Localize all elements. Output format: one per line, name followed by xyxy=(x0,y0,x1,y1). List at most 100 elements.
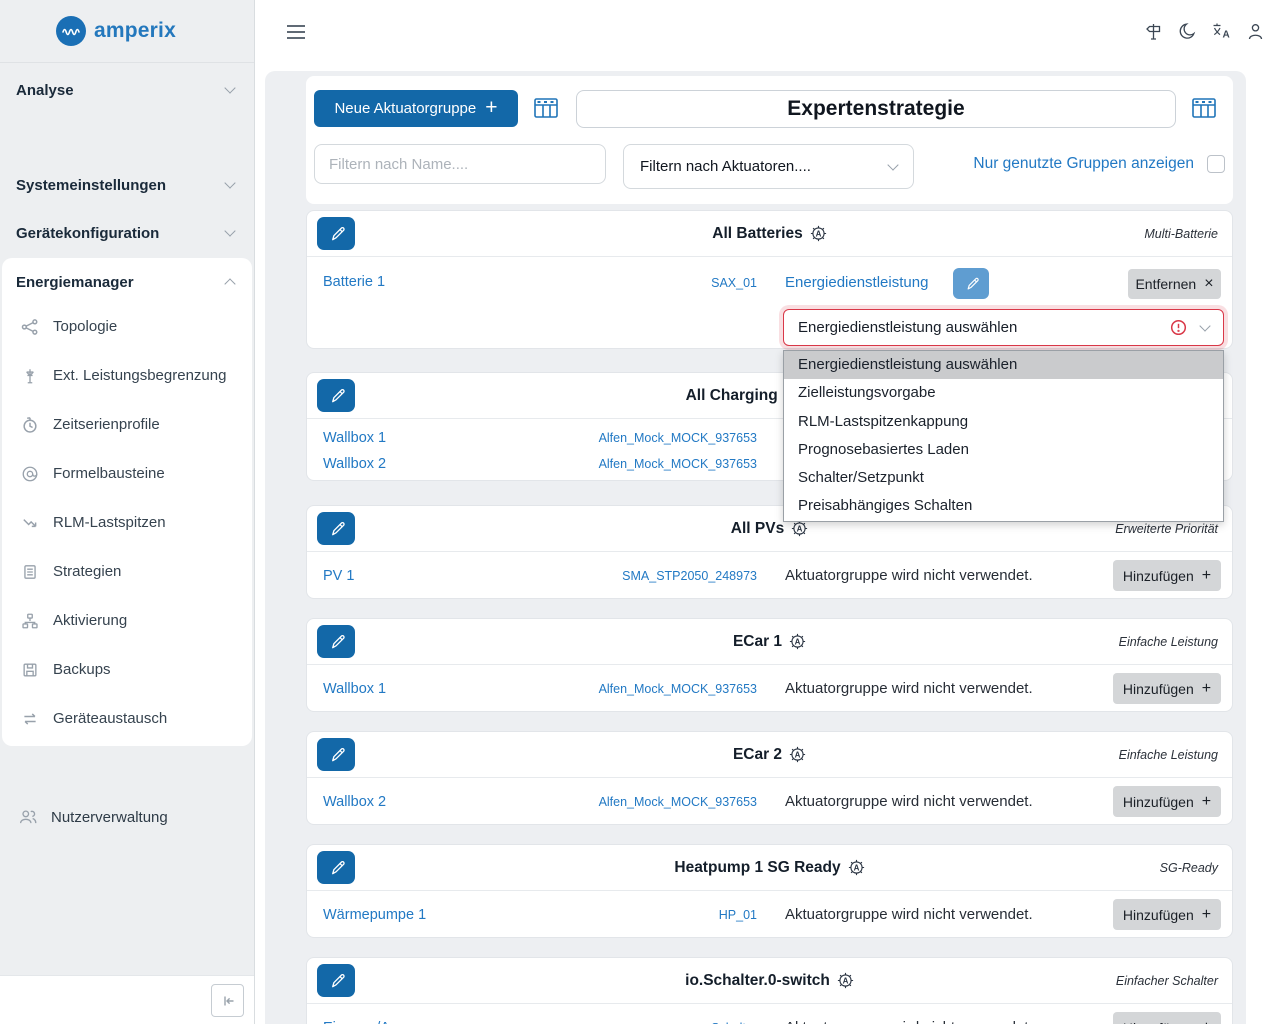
svg-text:A: A xyxy=(797,524,803,533)
sidebar-item-aktivierung[interactable]: Aktivierung xyxy=(2,596,252,645)
add-group-button[interactable]: Hinzufügen + xyxy=(1113,560,1221,591)
actuator-link[interactable]: Wallbox 2 xyxy=(323,794,386,810)
group-status-text: Aktuatorgruppe wird nicht verwendet. xyxy=(785,1019,1033,1024)
dropdown-option[interactable]: Schalter/Setzpunkt xyxy=(784,464,1223,492)
service-link[interactable]: Energiedienstleistung xyxy=(785,274,928,291)
user-account-icon[interactable] xyxy=(1244,20,1266,42)
sidebar: amperix Analyse Systemeinstellungen Gerä… xyxy=(0,0,255,1024)
dropdown-option[interactable]: Preisabhängiges Schalten xyxy=(784,492,1223,520)
language-translate-icon[interactable]: A xyxy=(1210,20,1232,42)
load-peaks-icon xyxy=(20,513,40,533)
actuator-link[interactable]: Wallbox 1 xyxy=(323,681,386,697)
device-link[interactable]: HP_01 xyxy=(719,908,757,922)
new-actuator-group-button[interactable]: Neue Aktuatorgruppe + xyxy=(314,90,518,127)
group-title: io.Schalter.0-switch xyxy=(685,972,830,990)
strategy-list-view-icon[interactable] xyxy=(1188,92,1220,124)
sidebar-section-energiemanager[interactable]: Energiemanager xyxy=(2,262,252,302)
chevron-down-icon xyxy=(887,159,898,170)
amperix-wave-icon xyxy=(56,16,86,46)
sidebar-item-zeitserienprofile[interactable]: Zeitserienprofile xyxy=(2,400,252,449)
auto-badge-icon: A xyxy=(791,520,808,537)
actuator-link[interactable]: PV 1 xyxy=(323,568,354,584)
actuator-link[interactable]: Eingang/Ausgang xyxy=(323,1020,438,1024)
group-type-label: SG-Ready xyxy=(1160,861,1218,875)
actuator-link[interactable]: Wärmepumpe 1 xyxy=(323,907,426,923)
sidebar-collapse-button[interactable] xyxy=(211,984,244,1017)
group-list-view-icon[interactable] xyxy=(530,92,562,124)
sidebar-item-backups[interactable]: Backups xyxy=(2,645,252,694)
group-type-label: Multi-Batterie xyxy=(1144,227,1218,241)
signpost-icon[interactable] xyxy=(1142,20,1164,42)
group-title: ECar 1 xyxy=(733,633,782,651)
remove-service-button[interactable]: Entfernen × xyxy=(1128,269,1221,299)
actuator-link[interactable]: Batterie 1 xyxy=(323,274,385,290)
dropdown-option[interactable]: Zielleistungsvorgabe xyxy=(784,379,1223,407)
sidebar-section-analyse[interactable]: Analyse xyxy=(0,72,254,108)
strategy-title-input[interactable] xyxy=(576,90,1176,128)
sidebar-item-topologie[interactable]: Topologie xyxy=(2,302,252,351)
error-icon xyxy=(1170,319,1187,336)
chevron-down-icon xyxy=(224,82,235,93)
add-group-button[interactable]: Hinzufügen + xyxy=(1113,786,1221,817)
sidebar-item-geraeteaustausch[interactable]: Geräteaustausch xyxy=(2,694,252,743)
sidebar-item-nutzerverwaltung[interactable]: Nutzerverwaltung xyxy=(0,799,254,835)
svg-text:A: A xyxy=(853,863,859,872)
group-status-text: Aktuatorgruppe wird nicht verwendet. xyxy=(785,680,1033,697)
show-used-groups-checkbox[interactable] xyxy=(1207,155,1225,173)
plus-icon: + xyxy=(1202,567,1211,585)
device-link[interactable]: Alfen_Mock_MOCK_937653 xyxy=(599,431,757,445)
show-used-groups-toggle[interactable]: Nur genutzte Gruppen anzeigen xyxy=(973,155,1225,173)
chevron-down-icon xyxy=(224,177,235,188)
menu-toggle-icon[interactable] xyxy=(285,21,307,43)
dark-mode-moon-icon[interactable] xyxy=(1176,20,1198,42)
add-group-button[interactable]: Hinzufügen + xyxy=(1113,1012,1221,1024)
chevron-down-icon xyxy=(1199,320,1210,331)
dropdown-option[interactable]: RLM-Lastspitzenkappung xyxy=(784,408,1223,436)
group-card-heatpump-1: Heatpump 1 SG Ready A SG-Ready Wärmepump… xyxy=(306,844,1233,938)
group-type-label: Einfache Leistung xyxy=(1119,748,1218,762)
edit-group-button[interactable] xyxy=(317,964,355,997)
device-link[interactable]: Alfen_Mock_MOCK_937653 xyxy=(599,457,757,471)
filter-name-input[interactable] xyxy=(314,144,606,184)
backups-icon xyxy=(20,660,40,680)
actuator-link[interactable]: Wallbox 2 xyxy=(323,456,386,472)
edit-group-button[interactable] xyxy=(317,217,355,250)
group-status-text: Aktuatorgruppe wird nicht verwendet. xyxy=(785,567,1033,584)
formula-icon xyxy=(20,464,40,484)
sidebar-section-geraetekonfiguration[interactable]: Gerätekonfiguration xyxy=(0,215,254,251)
device-link[interactable]: SAX_01 xyxy=(711,276,757,290)
dropdown-option[interactable]: Prognosebasiertes Laden xyxy=(784,436,1223,464)
sidebar-item-ext-leistungsbegrenzung[interactable]: Ext. Leistungsbegrenzung xyxy=(2,351,252,400)
add-group-button[interactable]: Hinzufügen + xyxy=(1113,899,1221,930)
edit-group-button[interactable] xyxy=(317,379,355,412)
service-dropdown-menu: Energiedienstleistung auswählen Zielleis… xyxy=(783,350,1224,522)
sidebar-section-systemeinstellungen[interactable]: Systemeinstellungen xyxy=(0,167,254,203)
add-group-button[interactable]: Hinzufügen + xyxy=(1113,673,1221,704)
actuator-link[interactable]: Wallbox 1 xyxy=(323,430,386,446)
group-title: ECar 2 xyxy=(733,746,782,764)
strategy-header-panel: Neue Aktuatorgruppe + Filtern nach Aktua… xyxy=(306,76,1233,204)
device-link[interactable]: Alfen_Mock_MOCK_937653 xyxy=(599,682,757,696)
dropdown-option[interactable]: Energiedienstleistung auswählen xyxy=(784,351,1223,379)
svg-text:A: A xyxy=(815,229,821,238)
svg-text:A: A xyxy=(1223,30,1230,41)
filter-actuators-select[interactable]: Filtern nach Aktuatoren.... xyxy=(623,144,914,189)
device-link[interactable]: SMA_STP2050_248973 xyxy=(622,569,757,583)
sidebar-item-strategien[interactable]: Strategien xyxy=(2,547,252,596)
edit-group-button[interactable] xyxy=(317,738,355,771)
group-card-all-batteries: All Batteries A Multi-Batterie Batterie … xyxy=(306,210,1233,349)
timeseries-icon xyxy=(20,415,40,435)
edit-group-button[interactable] xyxy=(317,512,355,545)
device-link[interactable]: Alfen_Mock_MOCK_937653 xyxy=(599,795,757,809)
sidebar-item-formelbausteine[interactable]: Formelbausteine xyxy=(2,449,252,498)
edit-service-button[interactable] xyxy=(953,268,989,299)
strategies-icon xyxy=(20,562,40,582)
service-select-invalid[interactable]: Energiedienstleistung auswählen xyxy=(783,309,1224,346)
power-limit-icon xyxy=(20,366,40,386)
edit-group-button[interactable] xyxy=(317,851,355,884)
sidebar-footer xyxy=(0,975,254,1024)
sidebar-item-rlm-lastspitzen[interactable]: RLM-Lastspitzen xyxy=(2,498,252,547)
brand-logo[interactable]: amperix xyxy=(0,0,254,63)
edit-group-button[interactable] xyxy=(317,625,355,658)
group-type-label: Einfache Leistung xyxy=(1119,635,1218,649)
